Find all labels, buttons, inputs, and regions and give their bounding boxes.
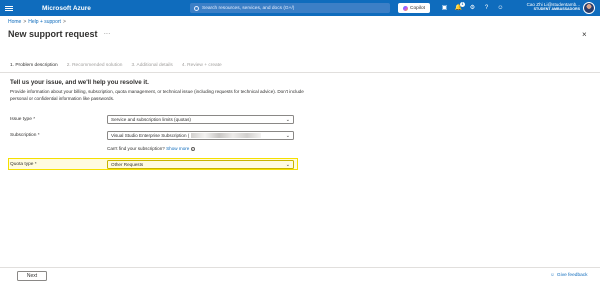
close-icon[interactable]: × xyxy=(582,30,587,39)
give-feedback-link[interactable]: ☺ Give feedback xyxy=(550,273,588,278)
chevron-down-icon: ⌄ xyxy=(285,133,290,139)
page-title: New support request xyxy=(8,29,98,39)
quota-type-dropdown[interactable]: Other Requests ⌄ xyxy=(107,160,294,169)
notifications-icon[interactable]: 🔔 1 xyxy=(454,1,465,13)
give-feedback-label: Give feedback xyxy=(556,273,588,278)
avatar[interactable] xyxy=(583,2,595,14)
help-icon[interactable]: ? xyxy=(482,3,491,13)
menu-icon[interactable] xyxy=(0,0,18,16)
feedback-person-icon: ☺ xyxy=(550,273,555,278)
quota-type-value: Other Requests xyxy=(111,162,144,167)
topbar-icons: ▣ 🔔 1 ⚙ ? ☺ xyxy=(440,1,505,13)
footer-divider xyxy=(0,267,600,268)
chevron-down-icon: ⌄ xyxy=(285,162,290,168)
breadcrumb-separator: > xyxy=(62,19,66,25)
search-placeholder: Search resources, services, and docs (G+… xyxy=(202,5,295,11)
settings-icon[interactable]: ⚙ xyxy=(468,3,477,13)
notification-badge: 1 xyxy=(460,1,465,7)
user-tenant: STUDENT AMBASSADORS xyxy=(533,7,580,11)
redacted-subscription-id xyxy=(191,133,262,138)
copilot-label: Copilot xyxy=(410,5,425,11)
subscription-value: Visual Studio Enterprise Subscription ( xyxy=(111,133,190,138)
feedback-icon[interactable]: ☺ xyxy=(496,3,505,13)
section-description: Provide information about your billing, … xyxy=(10,89,304,101)
tab-divider xyxy=(0,72,600,73)
issue-type-label: Issue type * xyxy=(10,117,36,122)
subscription-hint: Can't find your subscription? Show more … xyxy=(107,146,196,151)
breadcrumb-separator: > xyxy=(23,19,27,25)
issue-type-value: Service and subscription limits (quotas) xyxy=(111,117,191,122)
more-options-button[interactable]: ... xyxy=(104,30,111,36)
section-title: Tell us your issue, and we'll help you r… xyxy=(10,79,149,86)
quota-type-label: Quota type * xyxy=(10,162,37,167)
breadcrumb-home[interactable]: Home xyxy=(8,19,21,25)
hint-text: Can't find your subscription? xyxy=(107,146,165,151)
issue-type-dropdown[interactable]: Service and subscription limits (quotas)… xyxy=(107,115,294,124)
search-input[interactable]: Search resources, services, and docs (G+… xyxy=(190,3,390,13)
breadcrumb-help[interactable]: Help + support xyxy=(28,19,61,25)
cloud-shell-icon[interactable]: ▣ xyxy=(440,3,449,13)
brand-title[interactable]: Microsoft Azure xyxy=(42,5,91,12)
next-button[interactable]: Next xyxy=(17,271,47,281)
chevron-down-icon: ⌄ xyxy=(285,117,290,123)
info-icon[interactable]: i xyxy=(190,146,196,151)
subscription-dropdown[interactable]: Visual Studio Enterprise Subscription ( … xyxy=(107,131,294,140)
account-info[interactable]: Cao Zhi Li@studentamb... STUDENT AMBASSA… xyxy=(518,2,580,11)
search-icon xyxy=(194,5,199,11)
show-more-link[interactable]: Show more xyxy=(166,146,189,151)
copilot-icon xyxy=(403,5,409,11)
breadcrumb: Home > Help + support > xyxy=(8,19,66,25)
copilot-button[interactable]: Copilot xyxy=(398,3,430,13)
subscription-label: Subscription * xyxy=(10,133,40,138)
